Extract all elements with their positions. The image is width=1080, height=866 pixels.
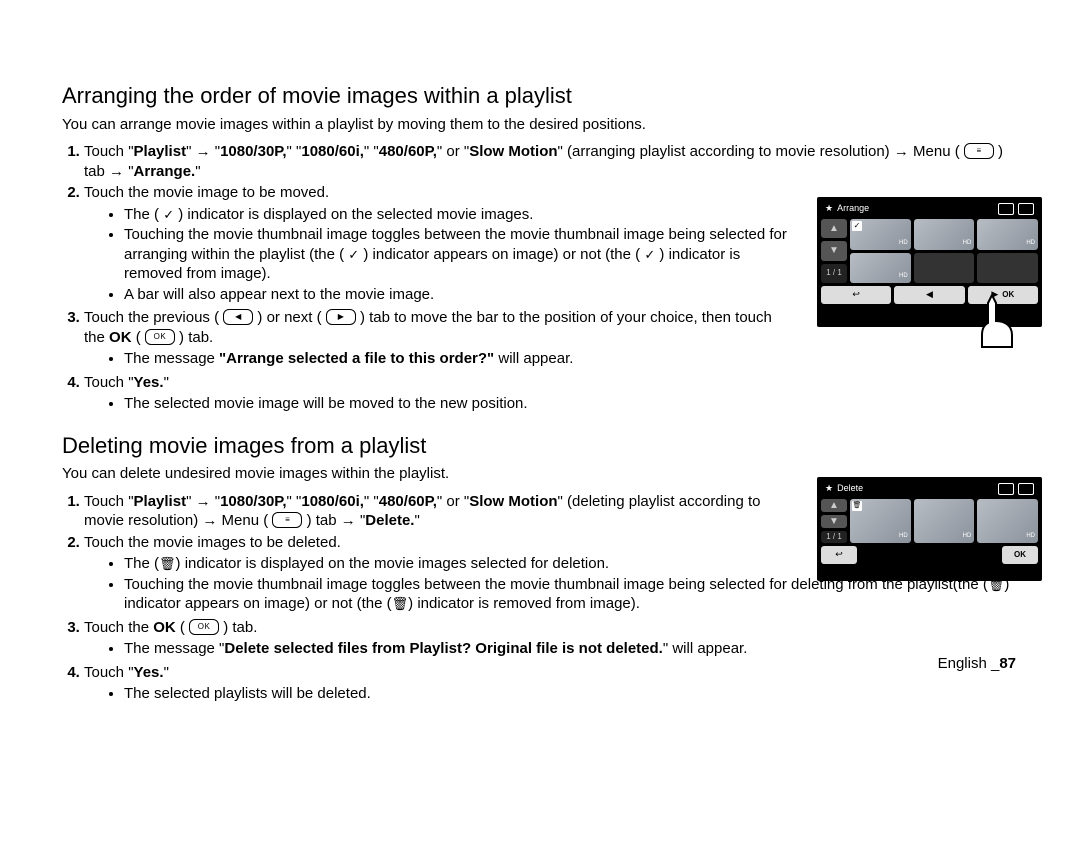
trash-icon: 🗑 [852,501,862,511]
s2-step4: Touch "Yes." The selected playlists will… [84,663,1018,704]
movie-thumbnail[interactable]: HD [914,499,975,543]
ok-button[interactable]: OK [1002,546,1038,564]
movie-thumbnail[interactable]: 🗑HD [850,499,911,543]
return-button[interactable]: ↩ [821,546,857,564]
scroll-up-button[interactable]: ▲ [821,499,847,512]
trash-icon: 🗑 [159,556,176,573]
ok-icon: OK [145,329,175,345]
check-icon: ✓ [348,247,359,264]
page-footer: English _87 [938,654,1016,674]
return-button[interactable]: ↩ [821,286,891,304]
check-icon: ✓ [163,207,174,224]
prev-button[interactable]: ◀ [894,286,964,304]
s2-step3: Touch the OK ( OK ) tab. The message "De… [84,618,1018,659]
movie-thumbnail[interactable]: ✓HD [850,219,911,250]
section1-heading: Arranging the order of movie images with… [62,82,1018,111]
movie-thumbnail[interactable]: HD [977,499,1038,543]
movie-thumbnail[interactable]: HD [914,219,975,250]
menu-icon: ≡ [272,512,302,528]
check-icon: ✓ [644,247,655,264]
scroll-up-button[interactable]: ▲ [821,219,847,238]
device-screenshot-delete: ★ Delete ▲ ▼ 1 / 1 🗑HD HD HD ↩ OK [817,477,1042,581]
scroll-down-button[interactable]: ▼ [821,515,847,528]
battery-icon [1018,203,1034,215]
ok-icon: OK [189,619,219,635]
storage-icon [998,203,1014,215]
page-indicator: 1 / 1 [821,531,847,543]
page-indicator: 1 / 1 [821,264,847,283]
next-ok-button[interactable]: ▶ OK [968,286,1038,304]
device1-title: Arrange [837,203,869,215]
movie-thumbnail-empty [977,253,1038,284]
device2-title: Delete [837,483,863,495]
storage-icon [998,483,1014,495]
scroll-down-button[interactable]: ▼ [821,241,847,260]
star-icon: ★ [825,483,833,495]
next-icon: ▶ [991,289,998,301]
prev-icon: ◀ [223,309,253,325]
device-screenshot-arrange: ★ Arrange ▲ ▼ 1 / 1 ✓HD HD HD HD [817,197,1042,327]
menu-icon: ≡ [964,143,994,159]
movie-thumbnail[interactable]: HD [850,253,911,284]
section1-intro: You can arrange movie images within a pl… [62,115,1018,135]
trash-icon: 🗑 [392,596,409,613]
star-icon: ★ [825,203,833,215]
next-icon: ▶ [326,309,356,325]
ok-label: OK [1002,290,1014,300]
movie-thumbnail[interactable]: HD [977,219,1038,250]
check-icon: ✓ [852,221,862,231]
battery-icon [1018,483,1034,495]
s1-step4: Touch "Yes." The selected movie image wi… [84,373,1018,414]
s1-step1: Touch "Playlist" → "1080/30P," "1080/60i… [84,142,1018,181]
movie-thumbnail-empty [914,253,975,284]
section2-heading: Deleting movie images from a playlist [62,432,1018,461]
